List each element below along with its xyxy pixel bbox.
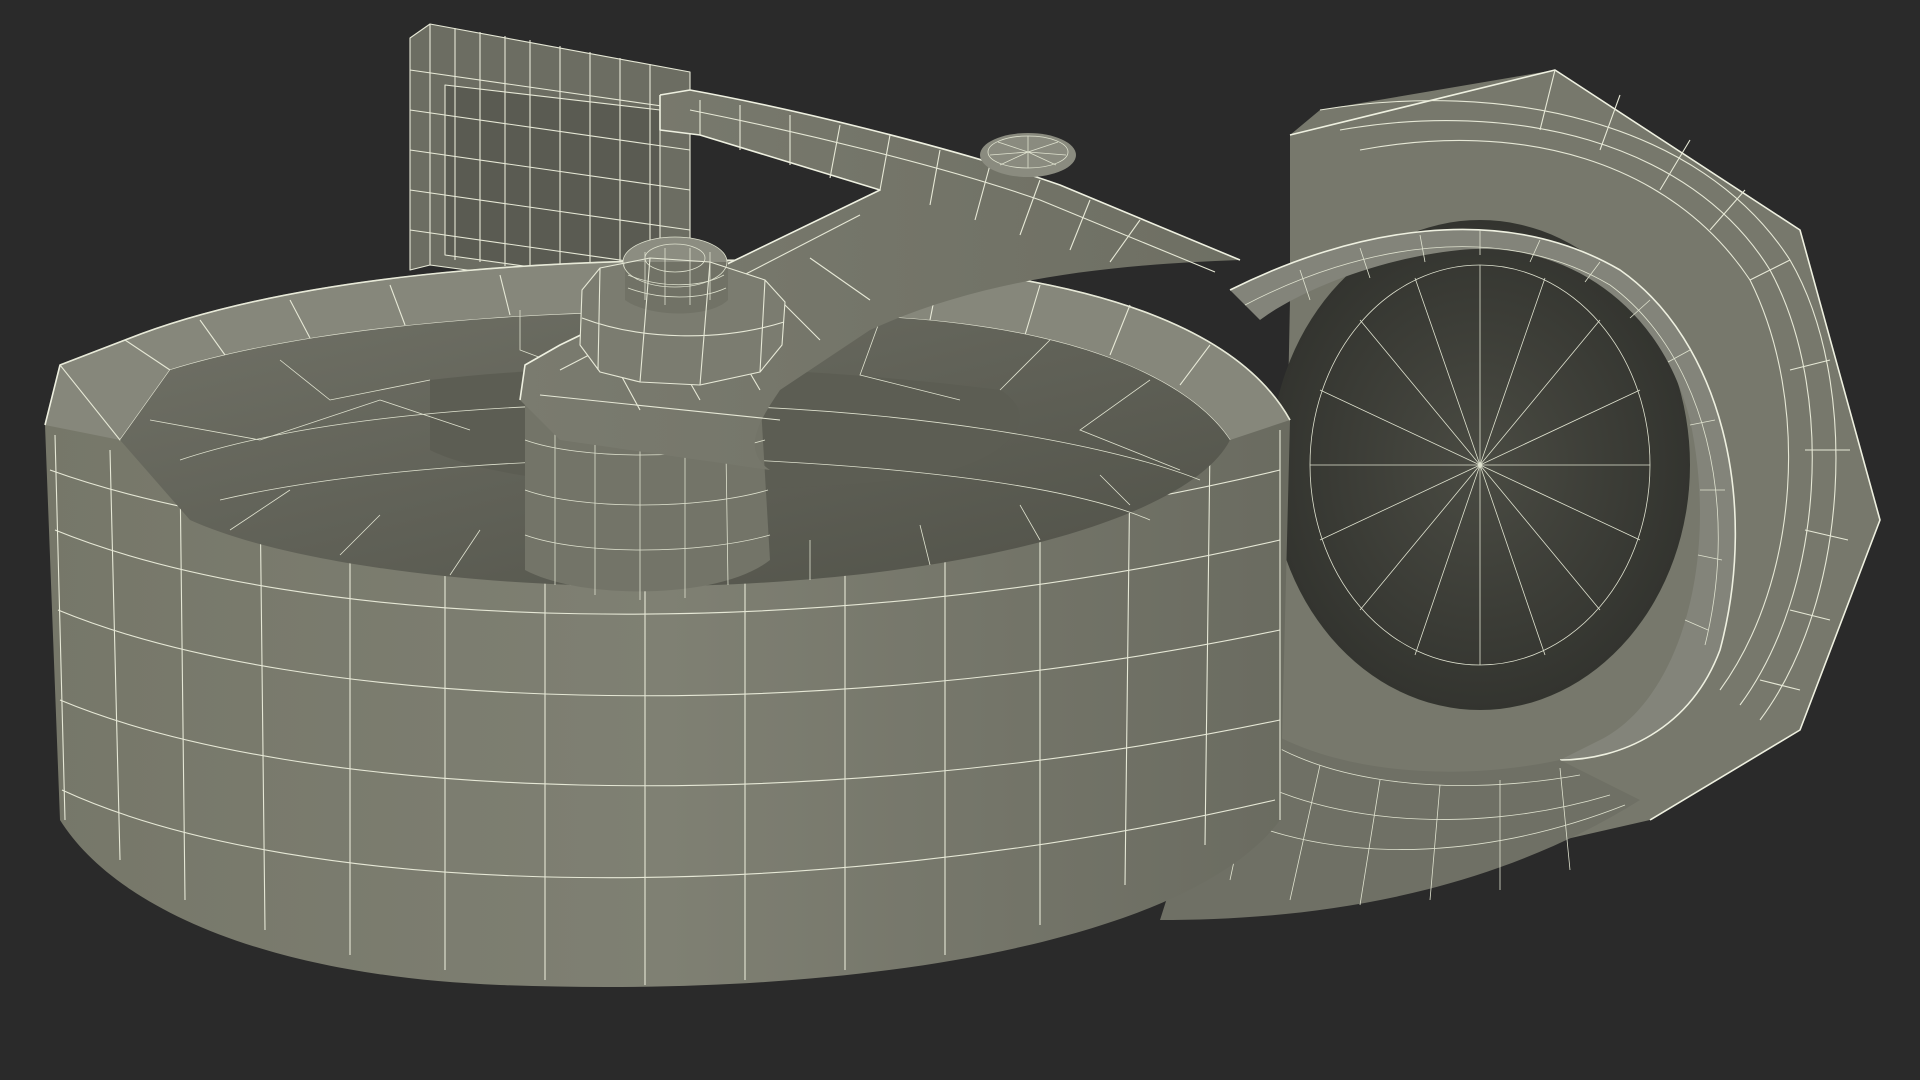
rivet [980, 133, 1076, 177]
caster-wheel-render [44, 23, 1881, 988]
model-viewport [0, 0, 1920, 1080]
